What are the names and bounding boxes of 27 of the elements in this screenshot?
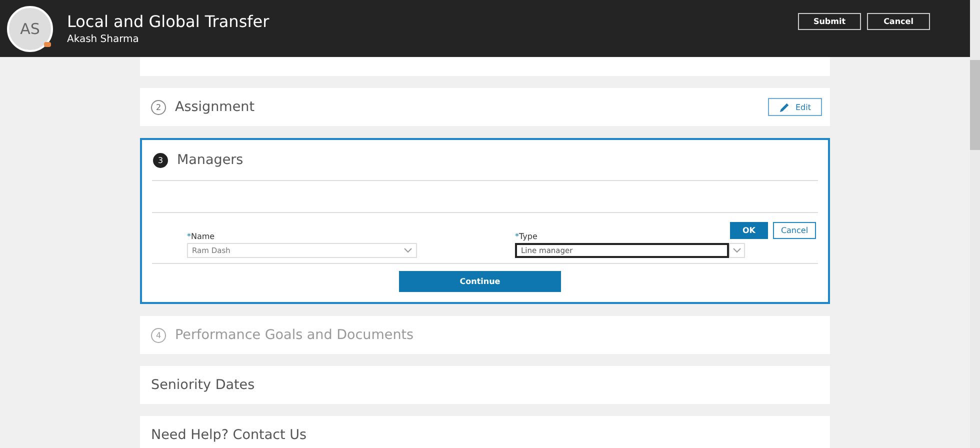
header-button[interactable]: Cancel	[867, 13, 930, 30]
field-label: Type	[519, 232, 538, 241]
section-title: Assignment	[175, 99, 256, 115]
pencil-icon	[778, 102, 790, 112]
step-number: 2	[151, 100, 166, 114]
chevron-down-icon	[733, 248, 741, 253]
edit-button[interactable]: Edit	[768, 98, 822, 116]
ok-button[interactable]: OK	[730, 222, 768, 239]
section-title: Performance Goals and Documents	[175, 327, 415, 343]
chevron-down-icon	[404, 248, 412, 253]
required-mark: *	[187, 232, 191, 241]
field-label: Name	[191, 232, 215, 241]
cancel-button[interactable]: Cancel	[773, 222, 816, 239]
required-mark: *	[515, 232, 519, 241]
continue-button[interactable]: Continue	[399, 271, 561, 292]
section-title: Seniority Dates	[151, 377, 256, 393]
header-button[interactable]: Submit	[798, 13, 861, 30]
section-title: Managers	[177, 152, 244, 168]
scrollbar[interactable]	[970, 0, 980, 448]
status-badge-icon	[44, 42, 51, 46]
page-title: Local and Global Transfer	[67, 12, 270, 31]
step-number: 4	[151, 328, 166, 342]
step-number: 3	[153, 152, 168, 168]
dropdown-toggle[interactable]	[729, 243, 745, 258]
avatar-initials: AS	[20, 20, 40, 38]
employee-name: Akash Sharma	[67, 34, 140, 45]
section-title: Need Help? Contact Us	[151, 427, 308, 443]
